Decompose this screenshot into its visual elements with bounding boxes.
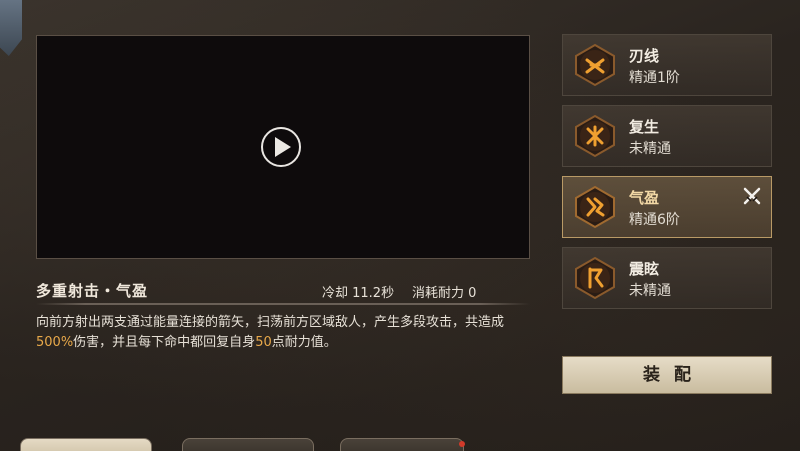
blade-rune-icon: [575, 43, 615, 87]
variant-status: 精通6阶: [629, 212, 680, 228]
equip-button[interactable]: 装配: [562, 356, 772, 394]
variant-card-revive[interactable]: 复生 未精通: [562, 105, 772, 167]
stamina-value: 50: [255, 335, 272, 350]
spirit-rune-icon: [575, 185, 615, 229]
variant-status: 未精通: [629, 141, 671, 157]
variant-card-blade[interactable]: 刃线 精通1阶: [562, 34, 772, 96]
divider: [36, 303, 530, 305]
variant-name: 气盈: [629, 189, 660, 207]
skill-description: 向前方射出两支通过能量连接的箭矢，扫荡前方区域敌人，产生多段攻击，共造成 500%…: [36, 313, 536, 353]
variant-status: 未精通: [629, 283, 671, 299]
skill-title: 多重射击・气盈: [36, 282, 149, 300]
desc-text: 伤害，并且每下命中都回复自身: [73, 335, 256, 350]
skill-stamina-cost: 消耗耐力 0: [412, 286, 477, 301]
bottom-tab-1[interactable]: [20, 438, 152, 451]
crossed-swords-icon: [743, 187, 761, 205]
damage-value: 500%: [36, 335, 74, 350]
bottom-tab-3[interactable]: [340, 438, 465, 451]
banner-flag: [0, 0, 22, 56]
skill-screen: 多重射击・气盈 冷却 11.2秒 消耗耐力 0 向前方射出两支通过能量连接的箭矢…: [0, 0, 800, 451]
variant-status: 精通1阶: [629, 70, 680, 86]
variant-name: 震眩: [629, 260, 660, 278]
variant-name: 复生: [629, 118, 660, 136]
bottom-tab-2[interactable]: [182, 438, 314, 451]
skill-cooldown: 冷却 11.2秒: [322, 286, 395, 301]
variant-card-stun[interactable]: 震眩 未精通: [562, 247, 772, 309]
play-circle-icon[interactable]: [261, 127, 301, 167]
variant-name: 刃线: [629, 47, 660, 65]
desc-text: 点耐力值。: [271, 335, 337, 350]
variant-card-spirit[interactable]: 气盈 精通6阶: [562, 176, 772, 238]
desc-text: 向前方射出两支通过能量连接的箭矢，扫荡前方区域敌人，产生多段攻击，共造成: [36, 315, 505, 330]
revive-rune-icon: [575, 114, 615, 158]
stun-rune-icon: [575, 256, 615, 300]
notification-badge: [459, 441, 465, 447]
